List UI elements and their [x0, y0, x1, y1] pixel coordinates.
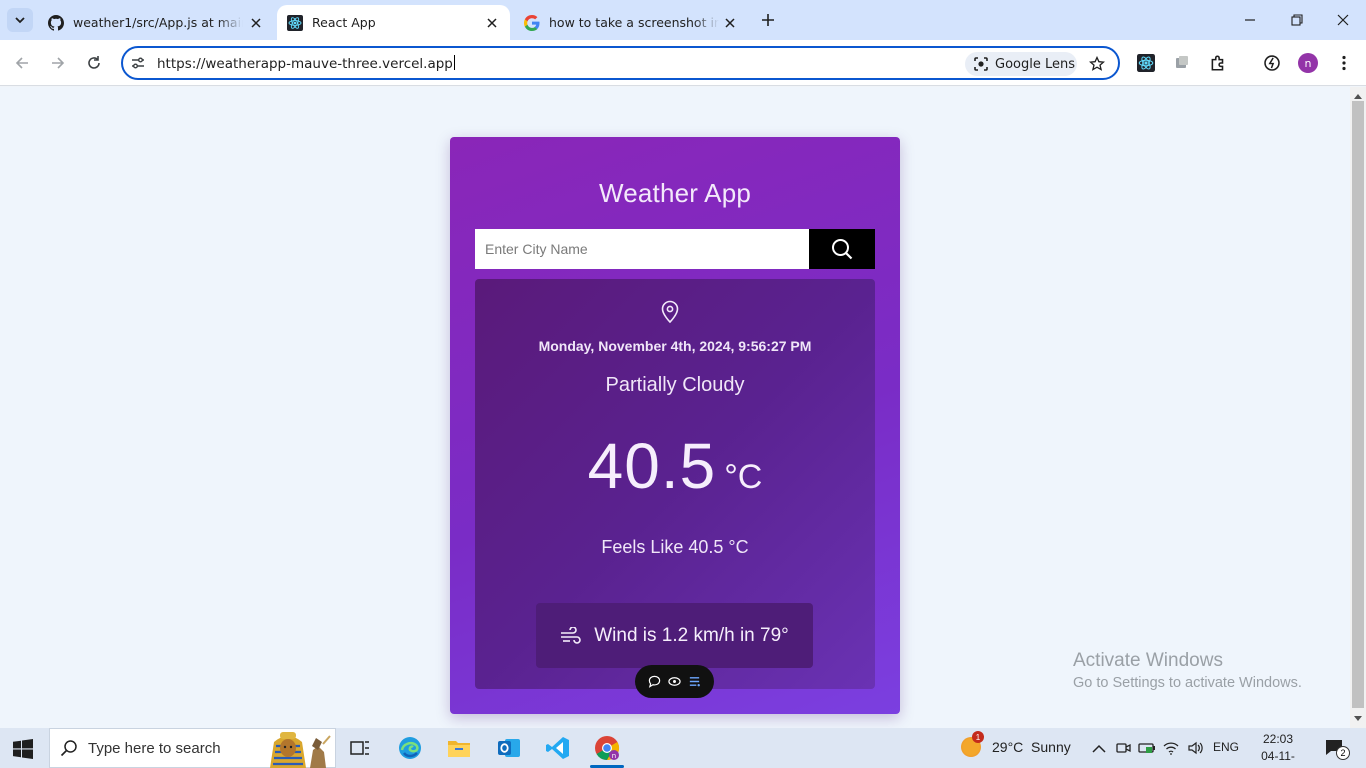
bookmark-star-icon[interactable] — [1087, 54, 1107, 74]
camera-search-icon — [973, 56, 989, 72]
page-scrollbar[interactable] — [1350, 87, 1366, 728]
windows-start-icon[interactable] — [13, 739, 33, 759]
wind-info: Wind is 1.2 km/h in 79° — [536, 603, 813, 668]
menu-icon[interactable] — [688, 675, 701, 688]
scroll-up-arrow-icon[interactable] — [1354, 92, 1362, 100]
comment-icon[interactable] — [648, 675, 661, 688]
temperature-unit: °C — [724, 458, 763, 496]
github-icon — [48, 14, 64, 31]
weather-card: Weather App Monday, November 4th, 2024, … — [450, 137, 900, 714]
floating-toolbar — [635, 665, 714, 698]
tab-title: how to take a screenshot in dell — [549, 15, 719, 30]
search-icon — [832, 239, 853, 260]
clock-time: 22:03 — [1262, 732, 1294, 746]
scrollbar-thumb[interactable] — [1352, 101, 1364, 708]
extension-icon[interactable] — [1171, 52, 1193, 74]
wifi-icon[interactable] — [1162, 739, 1180, 757]
vscode-icon[interactable] — [545, 735, 571, 761]
close-icon[interactable] — [484, 15, 500, 31]
search-button[interactable] — [809, 229, 875, 269]
language-indicator[interactable]: ENG — [1213, 740, 1239, 754]
wind-text: Wind is 1.2 km/h in 79° — [594, 624, 789, 646]
restore-button[interactable] — [1283, 6, 1311, 34]
weather-text: 29°C Sunny — [992, 739, 1071, 755]
eye-icon[interactable] — [668, 675, 681, 688]
chevron-down-icon — [15, 17, 25, 24]
outlook-icon[interactable] — [496, 735, 522, 761]
puzzle-icon[interactable] — [1207, 52, 1229, 74]
volume-icon[interactable] — [1186, 739, 1204, 757]
chevron-up-icon[interactable] — [1090, 739, 1108, 757]
date-time: Monday, November 4th, 2024, 9:56:27 PM — [538, 338, 812, 354]
app-title: Weather App — [598, 178, 752, 208]
scroll-down-arrow-icon[interactable] — [1354, 715, 1362, 723]
taskbar-search-placeholder: Type here to search — [88, 739, 221, 757]
tab-search-button[interactable] — [7, 8, 33, 32]
react-icon — [287, 14, 303, 31]
close-icon[interactable] — [722, 15, 738, 31]
notification-count: 2 — [1336, 746, 1350, 760]
arrow-right-icon — [52, 57, 65, 69]
profile-avatar[interactable]: n — [1298, 53, 1318, 73]
activate-windows-watermark: Activate Windows Go to Settings to activ… — [1073, 650, 1302, 691]
taskbar-clock[interactable]: 22:03 04-11-2024 — [1256, 731, 1300, 768]
location-pin-icon — [658, 299, 682, 325]
close-window-button[interactable] — [1329, 6, 1357, 34]
close-icon[interactable] — [248, 15, 264, 31]
svg-text:n: n — [612, 752, 616, 760]
meet-now-icon[interactable] — [1114, 739, 1132, 757]
forward-button[interactable] — [44, 49, 72, 77]
google-lens-label: Google Lens — [995, 56, 1075, 72]
feels-like: Feels Like 40.5 °C — [601, 537, 749, 557]
weather-info-panel: Monday, November 4th, 2024, 9:56:27 PM P… — [475, 279, 875, 689]
tab-react-app[interactable]: React App — [277, 5, 510, 40]
reload-icon — [88, 56, 100, 69]
tab-github[interactable]: weather1/src/App.js at main · n — [38, 5, 274, 40]
more-menu-icon[interactable] — [1333, 52, 1355, 74]
back-button[interactable] — [8, 49, 36, 77]
tab-title: React App — [312, 15, 376, 30]
watermark-title: Activate Windows — [1073, 650, 1223, 671]
watermark-subtitle: Go to Settings to activate Windows. — [1073, 675, 1302, 691]
taskbar-weather[interactable]: 1 29°C Sunny — [961, 731, 1071, 757]
tab-strip: weather1/src/App.js at main · n React Ap… — [0, 0, 1366, 40]
battery-icon[interactable] — [1138, 739, 1156, 757]
chrome-icon[interactable]: n — [594, 735, 620, 761]
site-settings-icon[interactable] — [129, 54, 147, 72]
weather-alert-badge: 1 — [972, 731, 984, 743]
wind-icon — [560, 626, 582, 645]
sun-icon: 1 — [961, 731, 984, 757]
react-devtools-extension-icon[interactable] — [1135, 52, 1157, 74]
plus-icon — [762, 14, 774, 26]
edge-icon[interactable] — [397, 735, 423, 761]
performance-icon[interactable] — [1261, 52, 1283, 74]
tab-google-search[interactable]: how to take a screenshot in dell — [514, 5, 748, 40]
browser-toolbar: https://weatherapp-mauve-three.vercel.ap… — [0, 40, 1366, 86]
clock-date: 04-11-2024 — [1261, 749, 1295, 768]
task-view-icon[interactable] — [347, 735, 373, 761]
temperature: 40.5 °C — [475, 429, 875, 503]
city-search-input[interactable] — [475, 229, 809, 269]
minimize-icon — [1245, 19, 1255, 21]
close-icon — [1337, 14, 1349, 26]
arrow-left-icon — [15, 57, 28, 69]
page-viewport: Weather App Monday, November 4th, 2024, … — [0, 87, 1350, 728]
reload-button[interactable] — [80, 49, 108, 77]
search-highlight-image[interactable] — [266, 728, 332, 768]
google-icon — [524, 14, 540, 31]
temperature-value: 40.5 — [587, 430, 717, 502]
weather-condition: Partially Cloudy — [605, 374, 745, 396]
tab-title: weather1/src/App.js at main · n — [73, 15, 243, 30]
notification-center-icon[interactable]: 2 — [1325, 739, 1350, 760]
google-lens-button[interactable]: Google Lens — [965, 52, 1077, 76]
search-icon — [60, 739, 78, 757]
new-tab-button[interactable] — [756, 8, 780, 32]
file-explorer-icon[interactable] — [446, 735, 472, 761]
restore-icon — [1291, 14, 1303, 26]
url-text: https://weatherapp-mauve-three.vercel.ap… — [157, 55, 455, 72]
minimize-button[interactable] — [1236, 6, 1264, 34]
windows-taskbar: Type here to search n 1 29°C Sunny ENG 2… — [0, 728, 1366, 768]
address-bar[interactable]: https://weatherapp-mauve-three.vercel.ap… — [121, 46, 1120, 80]
